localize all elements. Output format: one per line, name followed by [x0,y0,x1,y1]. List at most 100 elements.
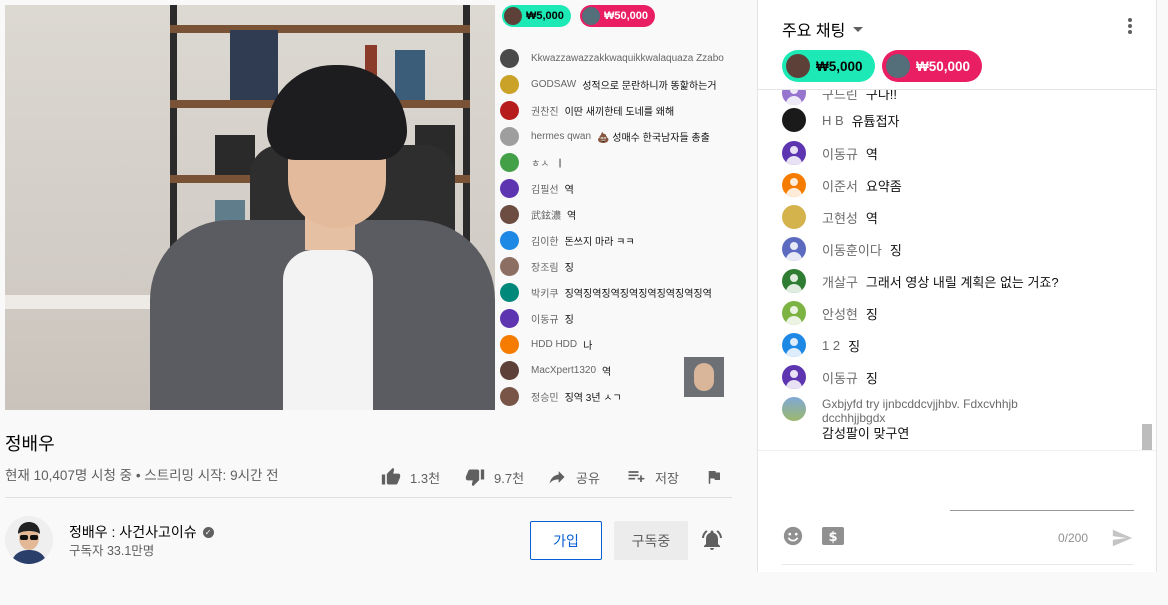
chat-text: 역 [865,146,878,162]
chat-author: Gxbjyfd try ijnbcddcvjjhbv. Fdxcvhhjb [822,397,1018,411]
avatar [500,360,519,380]
view-info: 현재 10,407명 시청 중 • 스트리밍 시작: 9시간 전 [5,468,279,483]
chat-message: 이동훈이다 징 [782,237,902,261]
overlay-chat-message: 김필선 역 [500,178,574,198]
avatar [782,397,806,421]
chat-author: 김이한 [531,236,559,248]
overlay-chat-message: ㅎㅅㅣ [500,152,565,172]
chat-author: 이동규 [822,146,858,162]
chat-text: 감성팔이 맞구연 [822,426,910,441]
overlay-chat-message: 권찬진 이딴 새끼한테 도네를 왜해 [500,100,674,120]
send-button[interactable] [1110,527,1134,549]
save-button[interactable]: 저장 [626,466,679,488]
live-chat-panel: 주요 채팅 ₩5,000 ₩50,000 구드린 구다!! H B 유튭접자 이… [757,0,1157,572]
chat-author: 고현성 [822,210,858,226]
chat-text: 징 [564,314,574,326]
overlay-chat-message: GODSAW 성적으로 문란하니까 똥핥하는거 [500,74,717,94]
chat-message: H B 유튭접자 [782,108,900,132]
subscribed-button[interactable]: 구독중 [614,521,688,560]
chat-message: 개살구 그래서 영상 내릴 계획은 없는 거죠? [782,269,1059,293]
chat-message-body: Gxbjyfd try ijnbcddcvjjhbv. Fdxcvhhjb dc… [822,397,1026,442]
avatar [500,152,519,172]
share-button[interactable]: 공유 [547,466,600,488]
channel-name[interactable]: 정배우 : 사건사고이슈 ✓ [69,522,214,542]
chat-text: 나 [583,340,593,352]
more-options-button[interactable] [1126,16,1134,36]
like-button[interactable]: 1.3천 [381,466,440,488]
chat-author: GODSAW [531,78,577,90]
divider [5,497,732,498]
avatar [782,90,806,105]
chat-text: 징 [865,370,878,386]
overlay-chat-message: hermes qwan 💩 성매수 한국남자들 총출 [500,126,710,146]
chat-message-input[interactable] [950,485,1134,511]
overlay-chat-message: 武鉉濃 역 [500,204,576,224]
chat-message: 이동규 역 [782,141,878,165]
channel-avatar[interactable] [5,516,53,564]
report-button[interactable] [705,466,723,488]
overlay-superchat: ₩50,000 [580,5,656,27]
bell-icon [702,530,722,550]
save-label: 저장 [655,470,679,486]
chat-message: 안성현 징 [782,301,878,325]
chat-text: 징 [564,262,574,274]
send-icon [1112,529,1133,547]
chat-text: 요약좀 [865,178,902,194]
overlay-chat-message: MacXpert1320 역 [500,360,611,380]
chat-text: 역 [564,184,574,196]
chat-text: 징역징역징역징역징역징역징역징역 [564,288,712,300]
overlay-superchat: ₩5,000 [502,5,571,27]
avatar [500,308,519,328]
superchat-ticker[interactable]: ₩5,000 [782,50,875,82]
svg-text:$: $ [828,530,837,545]
playlist-add-icon [628,471,645,482]
avatar [782,269,806,293]
superchat-ticker[interactable]: ₩50,000 [882,50,983,82]
book [215,135,255,175]
avatar [782,333,806,357]
avatar [500,204,519,224]
shelf-board [170,25,470,33]
chat-author: ㅎㅅ [531,158,550,170]
smiley-icon [783,526,803,546]
chat-message-list[interactable]: 구드린 구다!! H B 유튭접자 이동규 역 이준서 요약좀 고현성 역 이동… [758,90,1156,450]
superchat-amount: ₩50,000 [916,58,971,74]
emoji-button[interactable] [782,525,804,547]
chat-mode-dropdown[interactable]: 주요 채팅 [782,17,864,41]
superchat-amount: ₩5,000 [816,58,863,74]
notification-bell-button[interactable] [700,528,724,552]
book [230,30,278,100]
chat-text: 성적으로 문란하니까 똥핥하는거 [582,80,717,92]
channel-avatar-image [5,516,53,564]
chat-message: 이동규 징 [782,365,878,389]
chat-author: 권찬진 [531,106,559,118]
webcam-thumbnail [684,357,724,397]
share-label: 공유 [576,470,600,486]
super-chat-button[interactable]: $ [821,525,845,547]
avatar [582,7,600,25]
avatar [782,365,806,389]
chat-text: 역 [865,210,878,226]
avatar [504,7,522,25]
avatar [782,141,806,165]
chat-message: 구드린 구다!! [782,90,897,105]
chat-text: 유튭접자 [851,113,900,129]
thumbs-up-icon [381,467,401,485]
video-player[interactable]: ₩5,000 ₩50,000 Kkwazzawazzakkwaquikkwala… [5,5,733,410]
person-shirt [283,250,373,410]
dislike-count: 9.7천 [494,470,525,486]
divider [782,564,1134,565]
avatar [500,282,519,302]
chat-author: HDD HDD [531,338,578,350]
flag-icon [708,471,720,484]
superchat-amount: ₩50,000 [604,10,649,22]
avatar [782,301,806,325]
more-dot [1128,24,1132,28]
caret-down-icon [853,26,864,32]
chat-author: 이동훈이다 [822,242,882,258]
super-chat-dollar-icon: $ [822,527,844,545]
join-button[interactable]: 가입 [530,521,602,560]
dislike-button[interactable]: 9.7천 [465,466,524,488]
avatar [500,386,519,406]
chat-scrollbar[interactable] [1142,424,1152,450]
